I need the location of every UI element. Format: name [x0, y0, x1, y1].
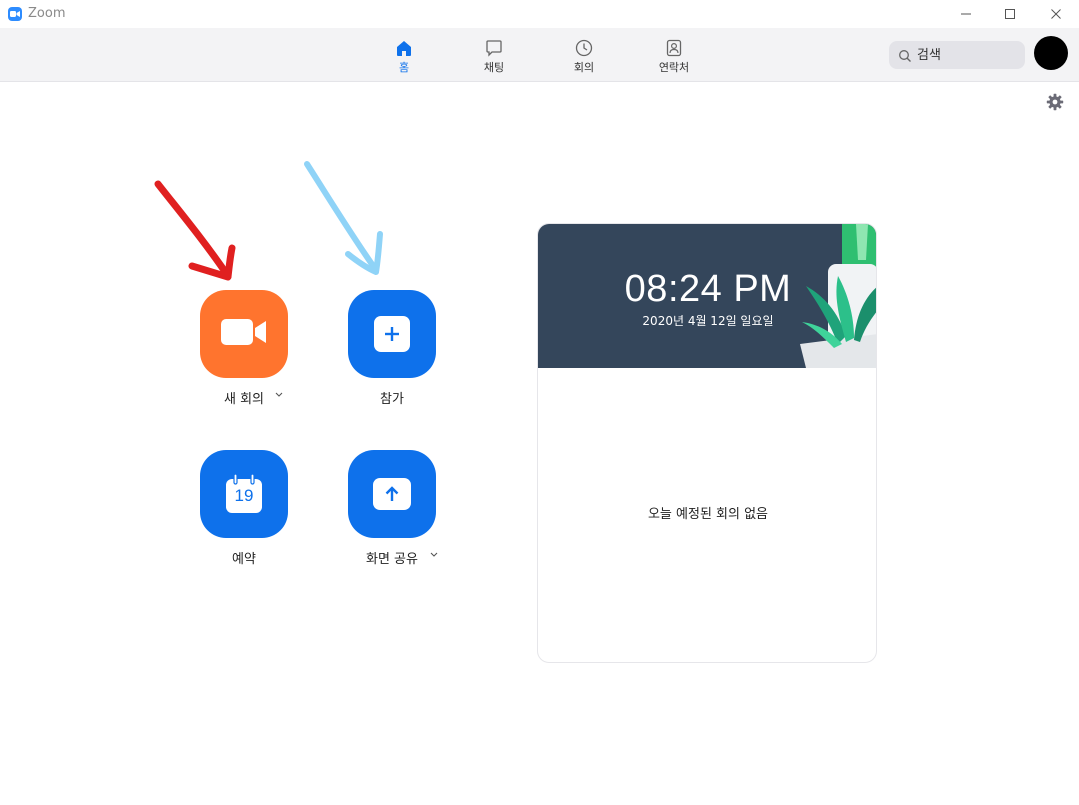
upcoming-meetings-card: 08:24 PM 2020년 4월 12일 일요일 오늘 예정된 회의 없음	[537, 223, 877, 663]
current-time: 08:24 PM	[624, 268, 792, 310]
clock-icon	[554, 38, 614, 58]
join-button[interactable]	[348, 290, 436, 378]
new-meeting-action: 새 회의	[179, 290, 309, 407]
tab-meetings[interactable]: 회의	[554, 38, 614, 75]
search-input[interactable]	[917, 45, 1017, 65]
schedule-action: 19 예약	[179, 450, 309, 567]
maximize-button[interactable]	[987, 0, 1033, 28]
home-icon	[374, 38, 434, 58]
clock-header: 08:24 PM 2020년 4월 12일 일요일	[538, 224, 876, 368]
tab-home-label: 홈	[398, 61, 410, 74]
calendar-icon: 19	[225, 474, 263, 514]
share-screen-label: 화면 공유	[366, 552, 418, 567]
tab-home[interactable]: 홈	[374, 38, 434, 75]
contacts-icon	[644, 38, 704, 58]
share-screen-button[interactable]	[348, 450, 436, 538]
window-title: Zoom	[28, 6, 66, 21]
join-label: 참가	[380, 392, 404, 407]
plus-icon	[374, 316, 410, 352]
avatar[interactable]	[1034, 36, 1068, 70]
zoom-logo-icon	[8, 7, 22, 21]
minimize-button[interactable]	[943, 0, 989, 28]
tab-chat[interactable]: 채팅	[464, 38, 524, 75]
tab-contacts[interactable]: 연락처	[644, 38, 704, 75]
new-meeting-button[interactable]	[200, 290, 288, 378]
tab-meetings-label: 회의	[573, 61, 595, 74]
join-action: 참가	[327, 290, 457, 407]
share-screen-action: 화면 공유	[327, 450, 457, 567]
close-button[interactable]	[1033, 0, 1079, 28]
blue-annotation-arrow	[304, 161, 383, 275]
tab-contacts-label: 연락처	[658, 61, 690, 74]
current-date: 2020년 4월 12일 일요일	[642, 314, 774, 328]
tab-chat-label: 채팅	[483, 61, 505, 74]
schedule-button[interactable]: 19	[200, 450, 288, 538]
search-box[interactable]	[889, 41, 1025, 69]
title-bar: Zoom	[0, 0, 1079, 28]
calendar-day-number: 19	[234, 486, 254, 505]
no-meetings-message: 오늘 예정된 회의 없음	[647, 507, 769, 522]
new-meeting-label: 새 회의	[223, 392, 264, 407]
chat-icon	[464, 38, 524, 58]
new-meeting-chevron-down-icon[interactable]	[275, 390, 283, 401]
search-icon	[898, 48, 912, 67]
red-annotation-arrow	[154, 180, 236, 281]
video-camera-icon	[221, 319, 267, 349]
schedule-label: 예약	[232, 552, 256, 567]
main-toolbar: 홈 채팅 회의 연락처	[0, 28, 1079, 82]
zoom-window: Zoom 홈 채팅 회의 연락처 검색 새 회의 참가 19 예약 화면 공유 …	[0, 0, 1079, 805]
upload-arrow-icon	[373, 478, 411, 510]
share-screen-chevron-down-icon[interactable]	[430, 550, 438, 561]
settings-gear-icon[interactable]	[1046, 93, 1064, 111]
